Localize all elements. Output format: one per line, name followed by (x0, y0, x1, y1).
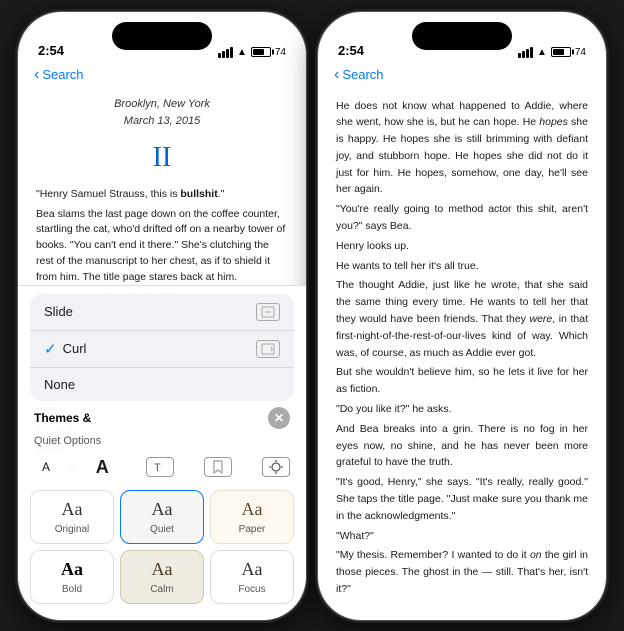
signal-icon-right (518, 47, 533, 58)
theme-preview-calm: Aa (152, 559, 173, 580)
left-phone: 2:54 ▲ 74 ‹ Search (17, 11, 307, 621)
theme-preview-focus: Aa (242, 559, 263, 580)
close-button[interactable]: ✕ (268, 407, 290, 429)
scroll-options-list: Slide ✓ Curl None (30, 294, 294, 401)
theme-card-original[interactable]: Aa Original (30, 490, 114, 544)
slide-label: Slide (44, 304, 256, 319)
check-icon-curl: ✓ (44, 340, 57, 358)
scroll-option-slide[interactable]: Slide (30, 294, 294, 331)
theme-label-bold: Bold (62, 584, 82, 595)
themes-label: Themes & (34, 411, 91, 425)
theme-label-paper: Paper (239, 524, 266, 535)
battery-icon-right (551, 47, 571, 57)
right-nav-bar: ‹ Search (318, 62, 606, 90)
dynamic-island-left (112, 22, 212, 50)
theme-label-focus: Focus (238, 584, 265, 595)
right-book-text-area: He does not know what happened to Addie,… (318, 90, 606, 598)
signal-icon-left (218, 47, 233, 58)
curl-icon (256, 340, 280, 358)
back-button-left[interactable]: ‹ Search (34, 66, 84, 84)
theme-card-paper[interactable]: Aa Paper (210, 490, 294, 544)
theme-label-original: Original (55, 524, 89, 535)
theme-card-quiet[interactable]: Aa Quiet (120, 490, 204, 544)
theme-card-calm[interactable]: Aa Calm (120, 550, 204, 604)
wifi-icon-right: ▲ (537, 47, 547, 58)
bottom-panel: Slide ✓ Curl None (18, 285, 306, 620)
theme-label-calm: Calm (150, 584, 173, 595)
battery-icon-left (251, 47, 271, 57)
back-button-right[interactable]: ‹ Search (334, 66, 384, 84)
theme-cards-grid: Aa Original Aa Quiet Aa Paper Aa Bold (30, 490, 294, 604)
quiet-options-label: Quiet Options (30, 435, 294, 453)
wifi-icon-left: ▲ (237, 47, 247, 58)
themes-title: Themes & (34, 409, 91, 427)
curl-label: Curl (63, 341, 256, 356)
time-left: 2:54 (38, 43, 64, 58)
right-phone: 2:54 ▲ 74 ‹ Search (317, 11, 607, 621)
book-location-line2: March 13, 2015 (36, 113, 288, 130)
themes-bar: Themes & ✕ (30, 407, 294, 429)
battery-pct-right: 74 (575, 47, 586, 58)
none-label: None (44, 377, 280, 392)
time-right: 2:54 (338, 43, 364, 58)
status-icons-right: ▲ 74 (518, 47, 586, 58)
theme-preview-bold: Aa (61, 559, 83, 580)
chevron-left-icon: ‹ (34, 66, 39, 84)
brightness-icon[interactable] (262, 457, 290, 477)
font-options-row: A A T (30, 453, 294, 482)
theme-label-quiet: Quiet (150, 524, 174, 535)
font-small-button[interactable]: A (34, 456, 58, 478)
book-location-line1: Brooklyn, New York (36, 96, 288, 113)
theme-preview-paper: Aa (242, 499, 263, 520)
theme-card-focus[interactable]: Aa Focus (210, 550, 294, 604)
theme-preview-original: Aa (62, 499, 83, 520)
scroll-option-none[interactable]: None (30, 368, 294, 401)
left-nav-bar: ‹ Search (18, 62, 306, 90)
battery-pct-left: 74 (275, 47, 286, 58)
svg-text:T: T (154, 462, 161, 474)
scroll-option-curl[interactable]: ✓ Curl (30, 331, 294, 368)
phones-container: 2:54 ▲ 74 ‹ Search (17, 11, 607, 621)
bookmark-icon[interactable] (204, 457, 232, 477)
left-phone-content: ‹ Search Brooklyn, New York March 13, 20… (18, 62, 306, 620)
chevron-left-icon-right: ‹ (334, 66, 339, 84)
theme-preview-quiet: Aa (152, 499, 173, 520)
theme-card-bold[interactable]: Aa Bold (30, 550, 114, 604)
font-style-icon[interactable]: T (146, 457, 174, 477)
chapter-number: II (36, 136, 288, 179)
back-label-right: Search (342, 67, 383, 82)
book-header: Brooklyn, New York March 13, 2015 (36, 96, 288, 130)
status-icons-left: ▲ 74 (218, 47, 286, 58)
back-label-left: Search (42, 67, 83, 82)
right-phone-content: ‹ Search He does not know what happened … (318, 62, 606, 620)
slide-icon (256, 303, 280, 321)
dynamic-island-right (412, 22, 512, 50)
font-large-button[interactable]: A (88, 453, 117, 482)
